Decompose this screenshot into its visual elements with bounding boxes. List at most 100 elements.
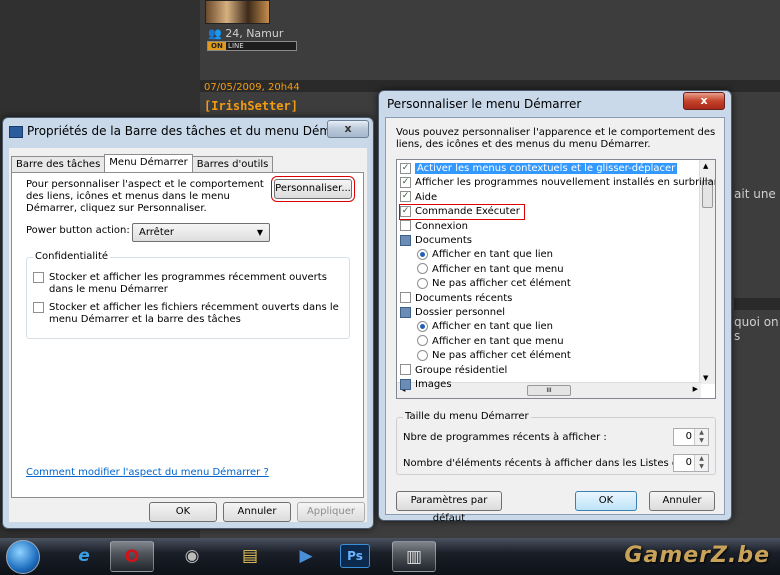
power-button-label: Power button action: (26, 225, 130, 236)
checkbox[interactable] (33, 302, 44, 313)
list-item-label: Documents récents (415, 292, 513, 304)
dialog-title: Personnaliser le menu Démarrer (387, 97, 582, 111)
checkbox[interactable] (400, 220, 411, 232)
recent-items-stepper[interactable]: 0 ▲ ▼ (673, 454, 709, 472)
internet-explorer-icon[interactable]: e (62, 541, 106, 572)
start-menu-options-list[interactable]: ▲ ▼ ◀ III ▶ ✓Activer les menus contextue… (396, 159, 716, 399)
checkbox[interactable] (33, 272, 44, 283)
privacy-group: Confidentialité Stocker et afficher les … (26, 251, 350, 339)
customize-start-menu-dialog: Personnaliser le menu Démarrer x Vous po… (378, 90, 732, 524)
folder-icon (400, 234, 411, 246)
list-item[interactable]: Groupe résidentiel (400, 364, 507, 378)
list-item[interactable]: Afficher en tant que menu (417, 335, 564, 349)
start-orb-icon[interactable] (6, 540, 40, 574)
customize-description: Pour personnaliser l'aspect et le compor… (26, 179, 264, 214)
help-link[interactable]: Comment modifier l'aspect du menu Démarr… (26, 467, 269, 478)
checkbox[interactable]: ✓ (400, 162, 411, 174)
checkbox[interactable]: ✓ (400, 176, 411, 188)
ok-button[interactable]: OK (575, 491, 637, 511)
user-avatar (205, 0, 270, 24)
list-item[interactable]: ✓ Afficher les programmes nouvellement in… (400, 176, 716, 190)
radio-button[interactable] (417, 335, 428, 347)
control-panel-icon[interactable]: ▥ (392, 541, 436, 572)
folder-icon (400, 378, 411, 390)
poster-name[interactable]: [IrishSetter] (204, 99, 298, 113)
list-item-label: Afficher en tant que lien (432, 249, 554, 261)
tab-toolbars[interactable]: Barres d'outils (191, 156, 274, 173)
privacy-option-files[interactable]: Stocker et afficher les fichiers récemme… (33, 302, 343, 326)
tab-start-menu[interactable]: Menu Démarrer (104, 154, 193, 173)
tab-taskbar[interactable]: Barre des tâches (11, 156, 106, 173)
recent-items-label: Nombre d'éléments récents à afficher dan… (403, 458, 685, 469)
list-item-label: Documents (415, 235, 473, 246)
folder-icon (400, 306, 411, 318)
list-item[interactable]: Afficher en tant que menu (417, 263, 564, 277)
photoshop-icon[interactable]: Ps (340, 544, 370, 568)
post-separator (734, 298, 780, 310)
list-item[interactable]: Afficher en tant que lien (417, 320, 553, 334)
list-item[interactable]: ✓ Activer les menus contextuels et le gli… (400, 162, 678, 176)
status-line: LINE (228, 42, 244, 50)
stepper-value: 0 (685, 457, 692, 468)
list-item-label: Commande Exécuter (415, 206, 520, 218)
list-item[interactable]: ✓ Aide (400, 191, 437, 205)
privacy-option-label: Stocker et afficher les programmes récem… (49, 272, 327, 295)
list-item[interactable]: Connexion (400, 220, 468, 234)
stepper-arrows-icon[interactable]: ▲ ▼ (694, 429, 708, 445)
customize-description: Vous pouvez personnaliser l'apparence et… (396, 127, 716, 150)
file-explorer-icon[interactable]: ▤ (228, 541, 272, 572)
radio-button[interactable] (417, 277, 428, 289)
online-status-badge: ON LINE (207, 41, 297, 51)
cancel-button[interactable]: Annuler (223, 502, 291, 522)
list-item[interactable]: Images (400, 378, 452, 392)
vertical-scrollbar[interactable]: ▲ ▼ (699, 160, 715, 384)
cancel-button[interactable]: Annuler (649, 491, 715, 511)
radio-button[interactable] (417, 263, 428, 275)
scroll-right-icon[interactable]: ▶ (693, 385, 698, 393)
apply-button[interactable]: Appliquer (297, 502, 365, 522)
list-item[interactable]: Ne pas afficher cet élément (417, 349, 571, 363)
scroll-down-icon[interactable]: ▼ (703, 374, 708, 382)
checkbox[interactable] (400, 364, 411, 376)
customize-button[interactable]: Personnaliser... (271, 176, 355, 202)
restore-defaults-button[interactable]: Paramètres par défaut (396, 491, 502, 524)
scroll-thumb[interactable]: III (527, 385, 571, 396)
list-item[interactable]: Afficher en tant que lien (417, 248, 553, 262)
status-on: ON (208, 42, 226, 50)
ok-button[interactable]: OK (149, 502, 217, 522)
list-item[interactable]: ✓ Commande Exécuter (399, 204, 525, 221)
close-button[interactable]: x (327, 120, 369, 138)
post-date: 07/05/2009, 20h44 (204, 82, 300, 93)
media-icon[interactable]: ◉ (170, 541, 214, 572)
list-item[interactable]: Dossier personnel (400, 306, 505, 320)
close-button[interactable]: x (683, 92, 725, 110)
checkbox[interactable]: ✓ (400, 205, 411, 217)
stepper-value: 0 (685, 431, 692, 442)
media-player-icon[interactable]: ▶ (284, 541, 328, 572)
stepper-arrows-icon[interactable]: ▲ ▼ (694, 455, 708, 471)
list-item-label: Ne pas afficher cet élément (432, 278, 571, 290)
power-button-select[interactable]: Arrêter ▼ (132, 223, 270, 242)
recent-programs-stepper[interactable]: 0 ▲ ▼ (673, 428, 709, 446)
checkbox[interactable]: ✓ (400, 191, 411, 203)
power-button-value: Arrêter (139, 227, 175, 238)
list-item[interactable]: Ne pas afficher cet élément (417, 277, 571, 291)
tab-strip: Barre des tâches Menu Démarrer Barres d'ou… (11, 154, 274, 173)
list-item-label: Afficher en tant que menu (432, 263, 564, 275)
list-item-label: Afficher les programmes nouvellement ins… (415, 177, 716, 189)
scroll-up-icon[interactable]: ▲ (703, 162, 708, 170)
radio-button[interactable] (417, 248, 428, 260)
privacy-option-programs[interactable]: Stocker et afficher les programmes récem… (33, 272, 343, 296)
list-item-label: Dossier personnel (415, 307, 506, 318)
opera-icon[interactable]: O (110, 541, 154, 572)
radio-button[interactable] (417, 349, 428, 361)
list-item-label: Images (415, 379, 452, 390)
dialog-title: Propriétés de la Barre des tâches et du … (27, 124, 361, 138)
checkbox[interactable] (400, 292, 411, 304)
post-text-snippet: quoi on s (734, 315, 779, 343)
list-item-label: Ne pas afficher cet élément (432, 350, 571, 362)
recent-programs-label: Nbre de programmes récents à afficher : (403, 432, 607, 443)
radio-button[interactable] (417, 320, 428, 332)
list-item[interactable]: Documents (400, 234, 472, 248)
list-item[interactable]: Documents récents (400, 292, 512, 306)
